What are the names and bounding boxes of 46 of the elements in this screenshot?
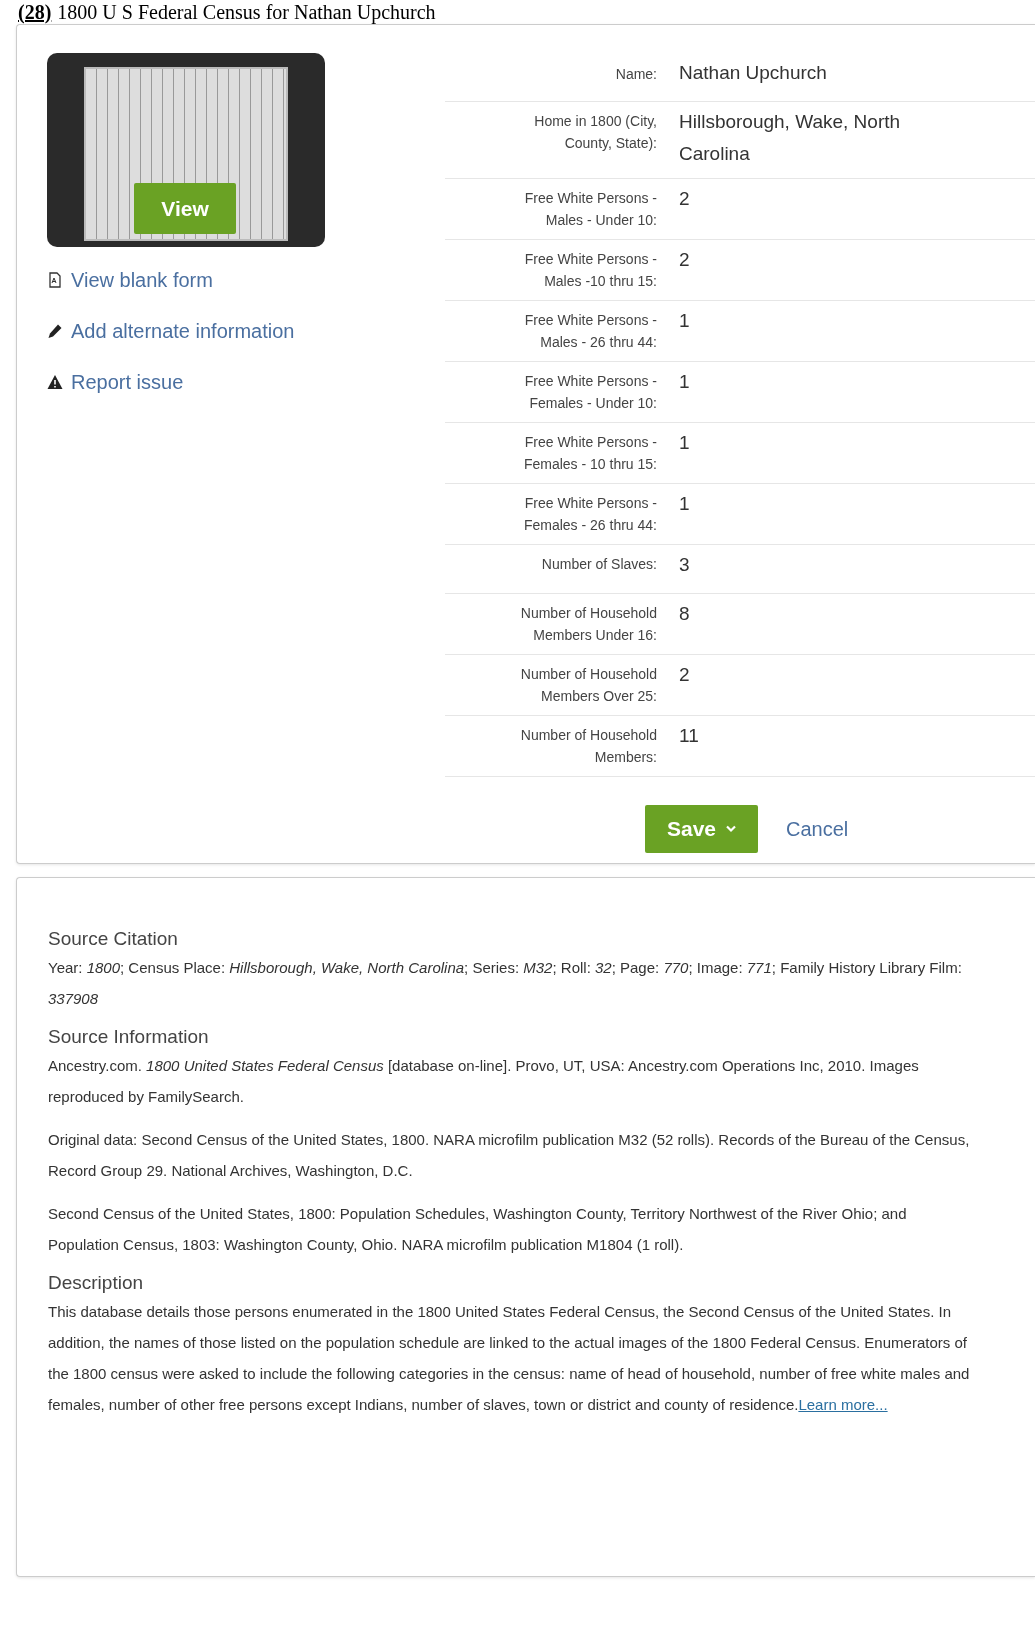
section-heading: Source Information <box>48 1026 210 1048</box>
field-value: 3 <box>678 553 691 577</box>
field-label: Number of Household Members Over 25: <box>519 665 658 706</box>
field-label: Number of Slaves: <box>540 555 658 574</box>
field-label: Free White Persons - Males - 26 thru 44: <box>523 311 658 352</box>
field-label: Free White Persons - Males -10 thru 15: <box>523 250 658 291</box>
section-heading: Source Citation <box>48 928 179 950</box>
field-value: 2 <box>678 663 691 687</box>
field-label: Name: <box>614 65 658 84</box>
field-value: 2 <box>678 187 691 211</box>
field-label: Number of Household Members Under 16: <box>519 604 658 645</box>
chevron-down-icon <box>726 825 737 833</box>
learn-more-link[interactable]: Learn more... <box>798 1396 888 1413</box>
section-text: Year: 1800; Census Place: Hillsborough, Wake, North Carolina; Series: M32; Roll: 32; Page: 770; Image: 771; Family History Library Film: 337908 <box>48 958 963 1009</box>
field-value: 8 <box>678 602 691 626</box>
section-heading: Description <box>48 1272 145 1294</box>
field-label: Number of Household Members: <box>519 726 658 767</box>
field-label: Free White Persons - Females - Under 10: <box>523 372 658 413</box>
field-value: Nathan Upchurch <box>678 61 828 85</box>
field-label: Free White Persons - Females - 26 thru 44: <box>522 494 658 535</box>
page-heading: 1800 U S Federal Census for Nathan Upchurch <box>57 1 436 23</box>
field-value: 11 <box>678 724 700 748</box>
field-value: 2 <box>678 248 691 272</box>
field-value: 1 <box>678 492 691 516</box>
field-label: Free White Persons - Females - 10 thru 15: <box>522 433 658 474</box>
field-label: Free White Persons - Males - Under 10: <box>523 189 658 230</box>
document-icon <box>47 272 63 288</box>
section-text: Ancestry.com. 1800 United States Federal Census [database on-line]. Provo, UT, USA: Ancestry.com Operations Inc, 2010. Images reproduced by FamilySearch. <box>48 1056 920 1107</box>
cancel-link[interactable]: Cancel <box>786 817 849 841</box>
record-image-thumbnail[interactable]: View <box>47 53 325 247</box>
section-text: This database details those persons enumerated in the 1800 United States Federal Census, the Second Census of the United States. In addition, the names of those listed on the population schedule are linked to the actual images of the 1800 Federal Census. Enumerators of the 1800 census were asked to include the following categories in the census: name of head of household, number of free white males and females, number of other free persons except Indians, number of slaves, town or district and county of residence.Learn more... <box>48 1302 971 1415</box>
view-button[interactable]: View <box>134 183 236 234</box>
field-value: 1 <box>678 370 691 394</box>
action-link[interactable]: Add alternate information <box>47 316 387 346</box>
warning-icon <box>47 374 63 390</box>
field-value: 1 <box>678 309 691 333</box>
field-value: Hillsborough, Wake, North Carolina <box>678 110 902 166</box>
record-number-link[interactable]: (28) <box>18 1 52 23</box>
save-button[interactable]: Save <box>645 805 759 853</box>
field-value: 1 <box>678 431 691 455</box>
action-link[interactable]: Report issue <box>47 367 387 397</box>
section-text: Second Census of the United States, 1800: Population Schedules, Washington County, Territory Northwest of the River Ohio; and Population Census, 1803: Washington County, Ohio. NARA microfilm publication M1804 (1 roll). <box>48 1204 908 1255</box>
section-text: Original data: Second Census of the United States, 1800. NARA microfilm publication M32 (52 rolls). Records of the Bureau of the Census, Record Group 29. National Archives, Washington, D.C. <box>48 1130 971 1181</box>
action-link[interactable]: View blank form <box>47 265 387 295</box>
pencil-icon <box>47 323 63 339</box>
field-label: Home in 1800 (City, County, State): <box>533 112 658 153</box>
